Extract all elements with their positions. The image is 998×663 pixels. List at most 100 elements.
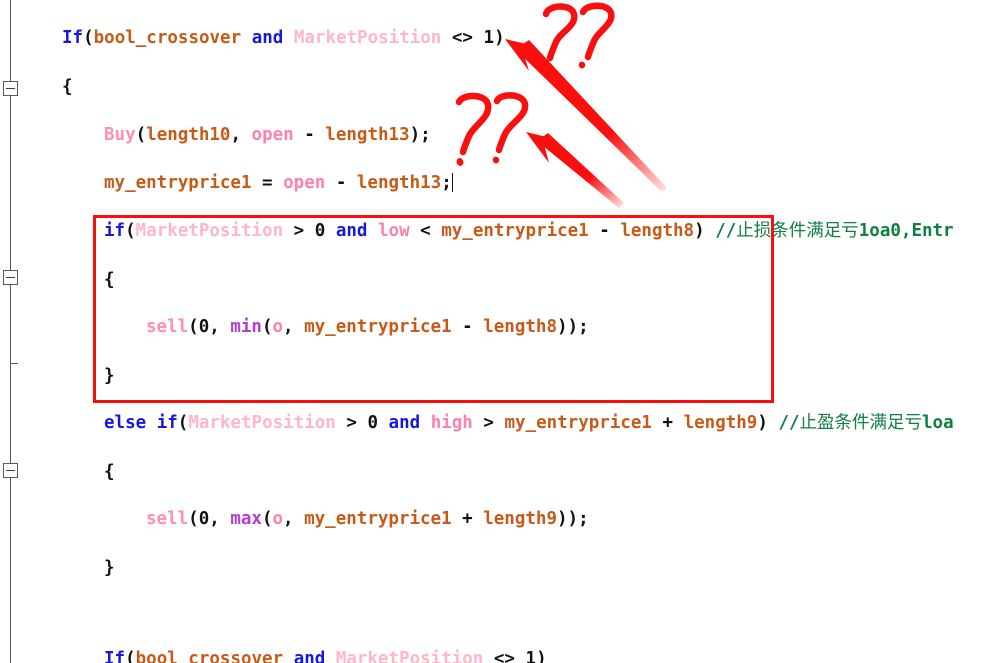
line-if-stoploss-tok-0: if bbox=[104, 221, 126, 241]
line-if-stoploss-tok-10: my_entryprice1 bbox=[441, 221, 589, 241]
line-if-stoploss[interactable]: if(MarketPosition > 0 and low < my_entry… bbox=[104, 220, 954, 242]
line-if-stoploss-tok-3: > bbox=[283, 221, 315, 241]
line-if-stoploss-tok-4: 0 bbox=[314, 221, 326, 241]
line-sell-min-tok-0: sell bbox=[146, 317, 189, 337]
line-if-crossover-bottom-tok-6: MarketPosition bbox=[335, 649, 484, 663]
line-elseif-takeprofit-tok-12: my_entryprice1 bbox=[504, 413, 652, 433]
line-if-stoploss-tok-14: // bbox=[704, 221, 737, 241]
line-entryprice-assign-tok-4: length13 bbox=[356, 173, 442, 193]
line-if-crossover-bottom-tok-4: and bbox=[293, 649, 326, 663]
line-sell-min-tok-1: ( bbox=[188, 317, 199, 337]
line-close-brace-2[interactable]: } bbox=[104, 557, 115, 579]
line-sell-max-tok-8: my_entryprice1 bbox=[304, 509, 452, 529]
line-entryprice-assign-tok-5: ; bbox=[441, 173, 452, 193]
line-buy-tok-3: , bbox=[230, 125, 252, 145]
line-sell-max-tok-6: o bbox=[272, 509, 284, 529]
line-elseif-takeprofit-tok-17: 止盈条件满足亏 bbox=[799, 413, 923, 433]
line-if-stoploss-tok-9: < bbox=[409, 221, 442, 241]
line-sell-max-tok-2: 0 bbox=[198, 509, 210, 529]
line-elseif-takeprofit-tok-0: else bbox=[104, 413, 147, 433]
code-text-area[interactable]: If(bool_crossover and MarketPosition <> … bbox=[0, 0, 998, 663]
line-if-crossover-top-tok-0: If bbox=[62, 28, 84, 48]
line-entryprice-assign[interactable]: my_entryprice1 = open - length13; bbox=[104, 172, 453, 194]
line-sell-max-tok-0: sell bbox=[146, 509, 189, 529]
line-sell-min-tok-10: length8 bbox=[483, 317, 557, 337]
line-if-crossover-bottom-tok-2: bool_crossover bbox=[135, 649, 284, 663]
line-sell-min-tok-4: min bbox=[230, 317, 262, 337]
line-if-stoploss-tok-6: and bbox=[335, 221, 368, 241]
line-sell-min-tok-8: my_entryprice1 bbox=[304, 317, 452, 337]
line-if-crossover-top[interactable]: If(bool_crossover and MarketPosition <> … bbox=[62, 27, 505, 49]
line-sell-max-tok-11: )); bbox=[557, 509, 589, 529]
line-elseif-takeprofit-tok-1 bbox=[146, 413, 157, 433]
line-if-crossover-top-tok-3 bbox=[241, 28, 252, 48]
line-sell-min[interactable]: sell(0, min(o, my_entryprice1 - length8)… bbox=[146, 316, 589, 338]
line-if-crossover-top-tok-7: <> bbox=[441, 28, 484, 48]
line-if-stoploss-tok-11: - bbox=[588, 221, 621, 241]
line-close-brace-1-tok-0: } bbox=[104, 366, 115, 386]
line-if-crossover-top-tok-6: MarketPosition bbox=[293, 28, 442, 48]
line-elseif-takeprofit-tok-15: ) bbox=[757, 413, 768, 433]
line-elseif-takeprofit-tok-7 bbox=[378, 413, 389, 433]
line-open-brace-1-tok-0: { bbox=[62, 77, 73, 97]
line-entryprice-assign-tok-3: - bbox=[325, 173, 357, 193]
line-open-brace-2-tok-0: { bbox=[104, 270, 115, 290]
line-elseif-takeprofit-tok-2: if bbox=[156, 413, 178, 433]
line-if-crossover-top-tok-5 bbox=[283, 28, 294, 48]
line-close-brace-2-tok-0: } bbox=[104, 558, 115, 578]
line-if-crossover-top-tok-1: ( bbox=[83, 28, 94, 48]
line-if-stoploss-tok-12: length8 bbox=[620, 221, 695, 241]
line-entryprice-assign-tok-2: open bbox=[283, 173, 326, 193]
line-open-brace-3[interactable]: { bbox=[104, 461, 115, 483]
line-sell-min-tok-2: 0 bbox=[198, 317, 210, 337]
line-elseif-takeprofit-tok-9 bbox=[420, 413, 431, 433]
line-open-brace-2[interactable]: { bbox=[104, 269, 115, 291]
line-sell-max-tok-1: ( bbox=[188, 509, 199, 529]
line-sell-max-tok-10: length9 bbox=[483, 509, 557, 529]
line-buy-tok-2: length10 bbox=[146, 125, 231, 145]
line-sell-min-tok-6: o bbox=[272, 317, 284, 337]
line-buy[interactable]: Buy(length10, open - length13); bbox=[104, 124, 431, 146]
line-elseif-takeprofit-tok-6: 0 bbox=[367, 413, 378, 433]
text-caret bbox=[451, 173, 453, 192]
line-buy-tok-1: ( bbox=[135, 125, 147, 145]
line-buy-tok-6: length13 bbox=[325, 125, 410, 145]
line-if-crossover-bottom-tok-0: If bbox=[104, 649, 126, 663]
line-if-crossover-top-tok-2: bool_crossover bbox=[93, 28, 242, 48]
line-buy-tok-7: ); bbox=[409, 125, 431, 145]
line-sell-min-tok-7: , bbox=[283, 317, 305, 337]
line-close-brace-1[interactable]: } bbox=[104, 365, 115, 387]
line-sell-min-tok-3: , bbox=[209, 317, 231, 337]
line-if-stoploss-tok-1: ( bbox=[125, 221, 136, 241]
line-buy-tok-4: open bbox=[251, 125, 294, 145]
line-if-crossover-bottom[interactable]: If(bool_crossover and MarketPosition <> … bbox=[104, 648, 547, 663]
line-sell-min-tok-9: - bbox=[451, 317, 484, 337]
line-sell-min-tok-5: ( bbox=[261, 317, 273, 337]
line-elseif-takeprofit-tok-4: MarketPosition bbox=[188, 413, 336, 433]
line-open-brace-3-tok-0: { bbox=[104, 462, 115, 482]
line-elseif-takeprofit-tok-18: loa bbox=[922, 413, 954, 433]
line-elseif-takeprofit-tok-11: > bbox=[472, 413, 505, 433]
line-if-crossover-bottom-tok-3 bbox=[283, 649, 294, 663]
line-sell-max-tok-5: ( bbox=[261, 509, 273, 529]
line-open-brace-1[interactable]: { bbox=[62, 76, 73, 98]
line-entryprice-assign-tok-1: = bbox=[251, 173, 284, 193]
line-if-crossover-top-tok-8: 1 bbox=[483, 28, 495, 48]
line-elseif-takeprofit-tok-16: // bbox=[767, 413, 800, 433]
line-if-crossover-bottom-tok-7: <> bbox=[483, 649, 526, 663]
line-if-crossover-top-tok-4: and bbox=[251, 28, 284, 48]
line-elseif-takeprofit-tok-3: ( bbox=[177, 413, 189, 433]
line-sell-max[interactable]: sell(0, max(o, my_entryprice1 + length9)… bbox=[146, 508, 589, 530]
line-if-crossover-bottom-tok-8: 1 bbox=[525, 649, 537, 663]
line-buy-tok-5: - bbox=[293, 125, 326, 145]
line-elseif-takeprofit-tok-10: high bbox=[430, 413, 473, 433]
line-elseif-takeprofit-tok-13: + bbox=[651, 413, 684, 433]
line-if-crossover-top-tok-9: ) bbox=[494, 28, 505, 48]
line-elseif-takeprofit[interactable]: else if(MarketPosition > 0 and high > my… bbox=[104, 412, 954, 434]
line-sell-max-tok-4: max bbox=[230, 509, 262, 529]
line-if-stoploss-tok-8: low bbox=[378, 221, 410, 241]
line-buy-tok-0: Buy bbox=[104, 125, 136, 145]
line-sell-min-tok-11: )); bbox=[557, 317, 589, 337]
code-editor-screenshot: If(bool_crossover and MarketPosition <> … bbox=[0, 0, 998, 663]
line-if-crossover-bottom-tok-9: ) bbox=[536, 649, 547, 663]
